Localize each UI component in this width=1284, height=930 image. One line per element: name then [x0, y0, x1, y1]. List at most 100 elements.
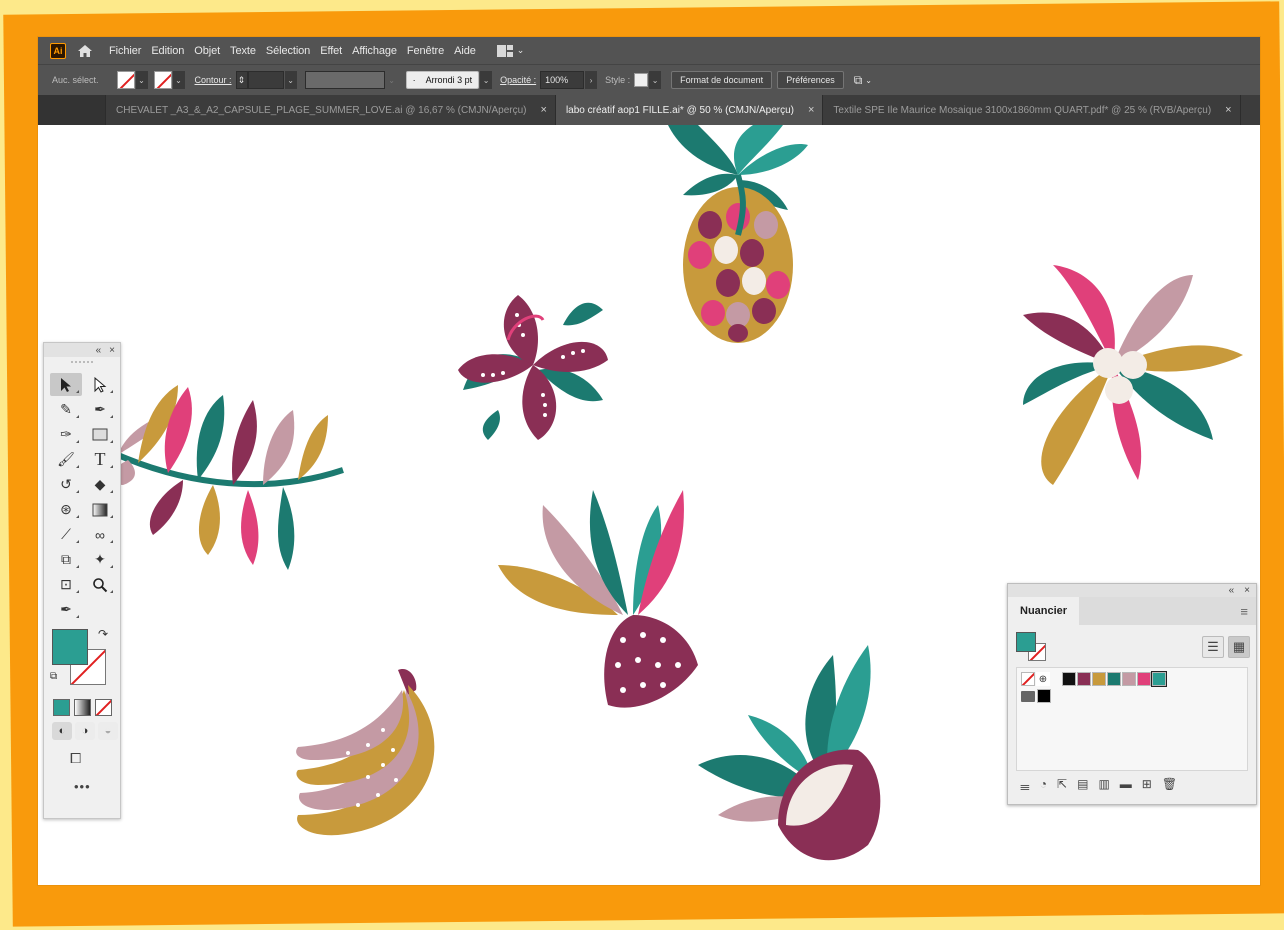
place-swatches-icon[interactable]: ⇱: [1057, 777, 1067, 798]
tab-nuancier[interactable]: Nuancier: [1008, 597, 1080, 625]
blend-tool-icon[interactable]: ∞: [84, 523, 116, 546]
preferences-button[interactable]: Préférences: [777, 71, 844, 89]
stroke-weight-stepper[interactable]: ⇕: [235, 71, 248, 89]
menu-selection[interactable]: Sélection: [266, 45, 310, 57]
direct-selection-tool-icon[interactable]: [84, 373, 116, 396]
menu-aide[interactable]: Aide: [454, 45, 476, 57]
folder-icon[interactable]: [1021, 690, 1035, 702]
swatch-options-icon[interactable]: ▤: [1077, 777, 1088, 798]
delete-swatch-icon[interactable]: 🗑: [1162, 777, 1177, 798]
stroke-dropdown[interactable]: ⌄: [172, 71, 185, 89]
opacity-input[interactable]: 100%: [540, 71, 585, 89]
anchor-point-tool-icon[interactable]: ✒: [50, 598, 82, 621]
screen-mode-icon[interactable]: ⧠: [70, 750, 120, 767]
pen-variant-tool-icon[interactable]: ✑: [50, 423, 82, 446]
new-swatch-icon[interactable]: ⊞: [1142, 777, 1152, 798]
new-group-folder-icon[interactable]: ▬: [1120, 777, 1132, 798]
profile-dropdown[interactable]: ⌄: [385, 71, 398, 89]
graphic-style-swatch[interactable]: [634, 73, 649, 87]
tab-textile-spe[interactable]: Textile SPE Ile Maurice Mosaique 3100x18…: [823, 95, 1241, 125]
swatch-ochre[interactable]: [1092, 672, 1106, 686]
registration-swatch-icon[interactable]: ⊕: [1036, 672, 1050, 686]
home-icon[interactable]: [76, 43, 94, 59]
draw-inside-icon[interactable]: ◒: [98, 722, 118, 740]
more-tools-icon[interactable]: •••: [74, 779, 120, 794]
arrange-documents[interactable]: ⧉ ⌄: [854, 73, 872, 88]
group-swatch-black[interactable]: [1037, 689, 1051, 703]
menu-objet[interactable]: Objet: [194, 45, 220, 57]
brush-definition[interactable]: · Arrondi 3 pt: [405, 71, 480, 89]
menu-affichage[interactable]: Affichage: [352, 45, 397, 57]
menu-effet[interactable]: Effet: [320, 45, 342, 57]
swap-fill-stroke-icon[interactable]: ↷: [98, 627, 108, 641]
swatch-pink[interactable]: [1137, 672, 1151, 686]
zoom-tool-icon[interactable]: [84, 573, 116, 596]
workspace-switcher[interactable]: ⌄: [496, 44, 524, 57]
artboard-canvas[interactable]: « × ✎ ✒ ✑ 🖌 T ↺ ◆ ⊛ ⟋ ∞ ⧉ ✦ ⊡ ✒ ↷ ⧉ ◐ ◑ …: [38, 125, 1260, 885]
none-mode-icon[interactable]: [95, 699, 112, 716]
opacity-arrow[interactable]: ›: [585, 71, 598, 89]
swatch-black[interactable]: [1062, 672, 1076, 686]
stroke-weight-dropdown[interactable]: ⌄: [284, 71, 297, 89]
menu-texte[interactable]: Texte: [230, 45, 256, 57]
puppet-warp-tool-icon[interactable]: ⊛: [50, 498, 82, 521]
shape-builder-tool-icon[interactable]: ⧉: [50, 548, 82, 571]
tools-panel-header[interactable]: « ×: [44, 343, 120, 357]
paintbrush-tool-icon[interactable]: 🖌: [50, 448, 82, 471]
color-group-icon[interactable]: ▥: [1098, 777, 1109, 798]
tools-grip[interactable]: [44, 357, 120, 367]
menu-fenetre[interactable]: Fenêtre: [407, 45, 444, 57]
close-icon[interactable]: ×: [808, 104, 814, 116]
selection-tool-icon[interactable]: [50, 373, 82, 396]
stroke-swatch-control[interactable]: [153, 71, 172, 89]
swatch-mauve[interactable]: [1122, 672, 1136, 686]
tabs-overflow-left[interactable]: [38, 95, 106, 125]
draw-normal-icon[interactable]: ◐: [52, 722, 72, 740]
close-icon[interactable]: ×: [109, 345, 115, 356]
show-swatch-kinds-icon[interactable]: ◔: [1040, 777, 1047, 798]
fill-swatch-control[interactable]: [116, 71, 135, 89]
type-tool-icon[interactable]: T: [84, 448, 116, 471]
brush-dropdown[interactable]: ⌄: [480, 71, 493, 89]
fill-dropdown[interactable]: ⌄: [135, 71, 148, 89]
swatches-panel-header[interactable]: « ×: [1008, 584, 1256, 597]
draw-behind-icon[interactable]: ◑: [75, 722, 95, 740]
swatch-teal[interactable]: [1107, 672, 1121, 686]
fill-color-swatch[interactable]: [52, 629, 88, 665]
panel-menu-icon[interactable]: ≡: [1240, 597, 1248, 625]
rectangle-tool-icon[interactable]: [84, 423, 116, 446]
stroke-label[interactable]: Contour :: [195, 75, 232, 85]
opacity-label[interactable]: Opacité :: [500, 75, 536, 85]
eraser-tool-icon[interactable]: ◆: [84, 473, 116, 496]
close-icon[interactable]: ×: [1225, 104, 1231, 116]
grid-view-icon[interactable]: ▦: [1228, 636, 1250, 658]
collapse-icon[interactable]: «: [1229, 585, 1235, 596]
close-icon[interactable]: ×: [541, 104, 547, 116]
gradient-tool-icon[interactable]: [84, 498, 116, 521]
variable-width-profile[interactable]: [304, 71, 385, 89]
magic-wand-tool-icon[interactable]: ✦: [84, 548, 116, 571]
swatch-teal-light[interactable]: [1151, 671, 1167, 687]
artboard-tool-icon[interactable]: ⊡: [50, 573, 82, 596]
pen-tool-icon[interactable]: ✒: [84, 398, 116, 421]
list-view-icon[interactable]: ☰: [1202, 636, 1224, 658]
default-colors-icon[interactable]: ⧉: [50, 671, 57, 682]
menu-edition[interactable]: Edition: [151, 45, 184, 57]
collapse-icon[interactable]: «: [96, 345, 102, 356]
eyedropper-tool-icon[interactable]: ⟋: [50, 523, 82, 546]
document-setup-button[interactable]: Format de document: [671, 71, 773, 89]
none-swatch[interactable]: [1021, 672, 1035, 686]
stroke-weight-input[interactable]: [247, 71, 284, 89]
menu-fichier[interactable]: Fichier: [109, 45, 141, 57]
swatches-fill-stroke[interactable]: [1016, 632, 1050, 662]
swatch-libraries-icon[interactable]: 𝍢: [1020, 777, 1030, 798]
curvature-tool-icon[interactable]: ✎: [50, 398, 82, 421]
gradient-mode-icon[interactable]: [74, 699, 91, 716]
style-dropdown[interactable]: ⌄: [649, 71, 662, 89]
color-mode-icon[interactable]: [53, 699, 70, 716]
close-icon[interactable]: ×: [1244, 585, 1250, 596]
tab-labo-creatif[interactable]: labo créatif aop1 FILLE.ai* @ 50 % (CMJN…: [555, 95, 824, 125]
rotate-tool-icon[interactable]: ↺: [50, 473, 82, 496]
tab-chevalet[interactable]: CHEVALET _A3_&_A2_CAPSULE_PLAGE_SUMMER_L…: [106, 95, 556, 125]
swatch-burgundy[interactable]: [1077, 672, 1091, 686]
